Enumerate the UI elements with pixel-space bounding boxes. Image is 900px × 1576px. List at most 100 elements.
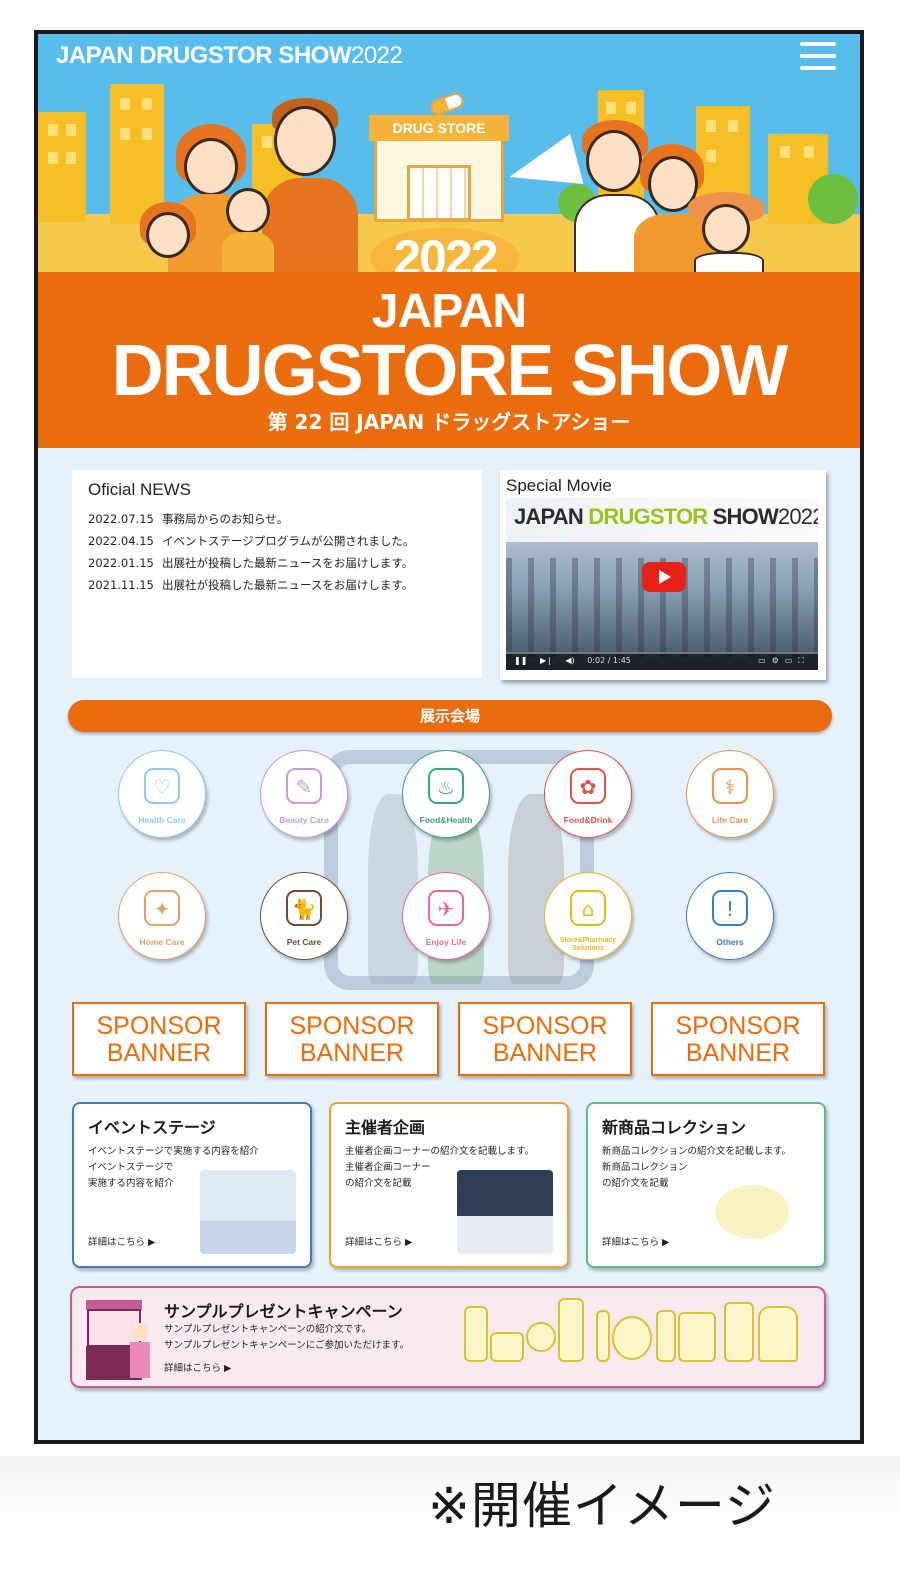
shop-stall-illustration: [86, 1300, 150, 1380]
svg-text:✎: ✎: [296, 775, 313, 799]
spray-bottle-icon: [724, 1302, 754, 1362]
svg-text:!: !: [726, 897, 734, 921]
sponsor-banner[interactable]: SPONSOR BANNER: [72, 1002, 246, 1076]
sponsor-banner[interactable]: SPONSOR BANNER: [651, 1002, 825, 1076]
campaign-title: サンプルプレゼントキャンペーン: [164, 1302, 403, 1321]
drug-store-illustration: DRUG STORE: [369, 115, 509, 222]
brush-icon: [526, 1322, 556, 1352]
caption-area: ※開催イメージ: [0, 1456, 900, 1576]
news-panel: Oficial NEWS 2022.07.15 事務局からのお知らせ。 2022.…: [72, 470, 482, 678]
hero-title-line2: DRUGSTORE SHOW: [111, 331, 789, 411]
organizer-plan-card[interactable]: 主催者企画 主催者企画コーナーの紹介文を記載します。 主催者企画コーナー の紹介文を…: [329, 1102, 569, 1268]
category-enjoy-life[interactable]: ✈ Enjoy Life: [402, 872, 490, 960]
category-life-care[interactable]: ⚕ Life Care: [686, 750, 774, 838]
life-care-icon: ⚕: [712, 768, 748, 804]
card-more-link[interactable]: 詳細はこちら ▶: [602, 1234, 669, 1248]
category-food-health[interactable]: ♨ Food&Health: [402, 750, 490, 838]
category-health-care[interactable]: ♡ Health Care: [118, 750, 206, 838]
video-controls[interactable]: ❚❚ ▶❘ ◀) 0:02 / 1:45 ▭⚙▭⛶: [506, 652, 818, 670]
event-stage-card[interactable]: イベントステージ イベントステージで実施する内容を紹介 イベントステージで 実施する…: [72, 1102, 312, 1268]
compact-icon: [612, 1316, 652, 1360]
site-title[interactable]: JAPAN DRUGSTOR SHOW2022: [56, 42, 403, 70]
bottle-icon: [464, 1306, 488, 1362]
tree: [808, 174, 858, 224]
new-product-card[interactable]: 新商品コレクション 新商品コレクションの紹介文を記載します。 新商品コレクションの…: [586, 1102, 826, 1268]
hero-banner: JAPAN DRUGSTOR SHOW2022 DRUG STORE 2022 …: [38, 34, 860, 448]
category-label: Pet Care: [286, 937, 322, 947]
news-item[interactable]: 2021.11.15 出展社が投稿した最新ニュースをお届けします。: [88, 574, 466, 596]
category-label: Others: [716, 937, 744, 947]
pump-bottle-icon: [558, 1298, 584, 1362]
category-pet-care[interactable]: 🐈 Pet Care: [260, 872, 348, 960]
store-pharmacy-icon: ⌂: [570, 890, 606, 926]
hero-title-band: JAPAN DRUGSTORE SHOW 第 22 回 JAPAN ドラッグスト…: [38, 272, 860, 448]
category-label: Home Care: [139, 937, 185, 947]
video-player[interactable]: JAPAN DRUGSTOR SHOW2022 ❚❚ ▶❘ ◀) 0:02 / …: [506, 498, 818, 670]
special-movie-panel: Special Movie JAPAN DRUGSTOR SHOW2022 ❚❚…: [500, 470, 826, 680]
category-label: Food&Health: [419, 815, 473, 825]
enjoy-life-icon: ✈: [428, 890, 464, 926]
category-label: Food&Drink: [563, 815, 613, 825]
card-title: 主催者企画: [345, 1118, 426, 1137]
home-care-icon: ✦: [144, 890, 180, 926]
news-heading: Oficial NEWS: [88, 480, 191, 499]
event-stage-illustration: [200, 1170, 296, 1254]
store-sign: DRUG STORE: [369, 115, 509, 141]
lipstick-icon: [596, 1310, 610, 1362]
player-settings-icons[interactable]: ▭⚙▭⛶: [758, 652, 810, 670]
building: [38, 112, 86, 222]
health-care-icon: ♡: [144, 768, 180, 804]
news-item[interactable]: 2022.07.15 事務局からのお知らせ。: [88, 508, 466, 530]
card-more-link[interactable]: 詳細はこちら ▶: [88, 1234, 155, 1248]
svg-text:⌂: ⌂: [582, 897, 595, 921]
card-title: イベントステージ: [88, 1118, 216, 1137]
sponsor-banner[interactable]: SPONSOR BANNER: [458, 1002, 632, 1076]
category-beauty-care[interactable]: ✎ Beauty Care: [260, 750, 348, 838]
category-others[interactable]: ! Others: [686, 872, 774, 960]
campaign-description: サンプルプレゼントキャンペーンの紹介文です。 サンプルプレゼントキャンペーンにご参…: [164, 1324, 410, 1351]
campaign-more-link[interactable]: 詳細はこちら ▶: [164, 1360, 231, 1374]
hamburger-icon[interactable]: [800, 42, 836, 72]
hero-title-line1: JAPAN: [371, 285, 527, 338]
category-food-drink[interactable]: ✿ Food&Drink: [544, 750, 632, 838]
svg-text:♨: ♨: [437, 775, 455, 799]
category-label: Enjoy Life: [425, 937, 467, 947]
svg-text:✈: ✈: [438, 897, 455, 921]
box-icon: [490, 1332, 524, 1362]
category-home-care[interactable]: ✦ Home Care: [118, 872, 206, 960]
sponsor-banner[interactable]: SPONSOR BANNER: [265, 1002, 439, 1076]
news-item[interactable]: 2022.04.15 イベントステージプログラムが公開されました。: [88, 530, 466, 552]
sample-campaign-banner[interactable]: サンプルプレゼントキャンペーン サンプルプレゼントキャンペーンの紹介文です。 サン…: [70, 1286, 826, 1388]
food-health-icon: ♨: [428, 768, 464, 804]
others-icon: !: [712, 890, 748, 926]
category-store-pharmacy-solutions[interactable]: ⌂ Store&Pharmacy Solutions: [544, 872, 632, 960]
news-list: 2022.07.15 事務局からのお知らせ。 2022.04.15 イベントステージ…: [88, 508, 466, 596]
caption-text: ※開催イメージ: [428, 1477, 776, 1535]
store-door: [407, 165, 471, 221]
venue-heading-bar[interactable]: 展示会場: [68, 700, 832, 732]
category-label: Life Care: [711, 815, 749, 825]
video-time: 0:02 / 1:45: [587, 656, 631, 665]
video-title: JAPAN DRUGSTOR SHOW2022: [514, 504, 818, 529]
next-icon[interactable]: ▶❘: [540, 656, 553, 665]
organizer-plan-illustration: [457, 1170, 553, 1254]
pause-icon[interactable]: ❚❚: [514, 656, 527, 665]
person-illustration: [688, 192, 768, 274]
phone-screen-frame: JAPAN DRUGSTOR SHOW2022 DRUG STORE 2022 …: [34, 30, 864, 1444]
svg-text:✦: ✦: [154, 897, 171, 921]
svg-text:🐈: 🐈: [292, 897, 317, 921]
pill-icon: [428, 90, 466, 118]
tube-icon: [656, 1310, 676, 1362]
food-drink-icon: ✿: [570, 768, 606, 804]
svg-text:♡: ♡: [153, 775, 171, 799]
play-icon[interactable]: [642, 562, 686, 592]
news-item[interactable]: 2022.01.15 出展社が投稿した最新ニュースをお届けします。: [88, 552, 466, 574]
svg-text:✿: ✿: [580, 775, 597, 799]
person-illustration: [134, 202, 204, 274]
volume-icon[interactable]: ◀): [565, 656, 574, 665]
card-more-link[interactable]: 詳細はこちら ▶: [345, 1234, 412, 1248]
glove-icon: [758, 1306, 798, 1362]
movie-heading: Special Movie: [506, 476, 612, 495]
container-icon: [678, 1312, 716, 1362]
pet-care-icon: 🐈: [286, 890, 322, 926]
